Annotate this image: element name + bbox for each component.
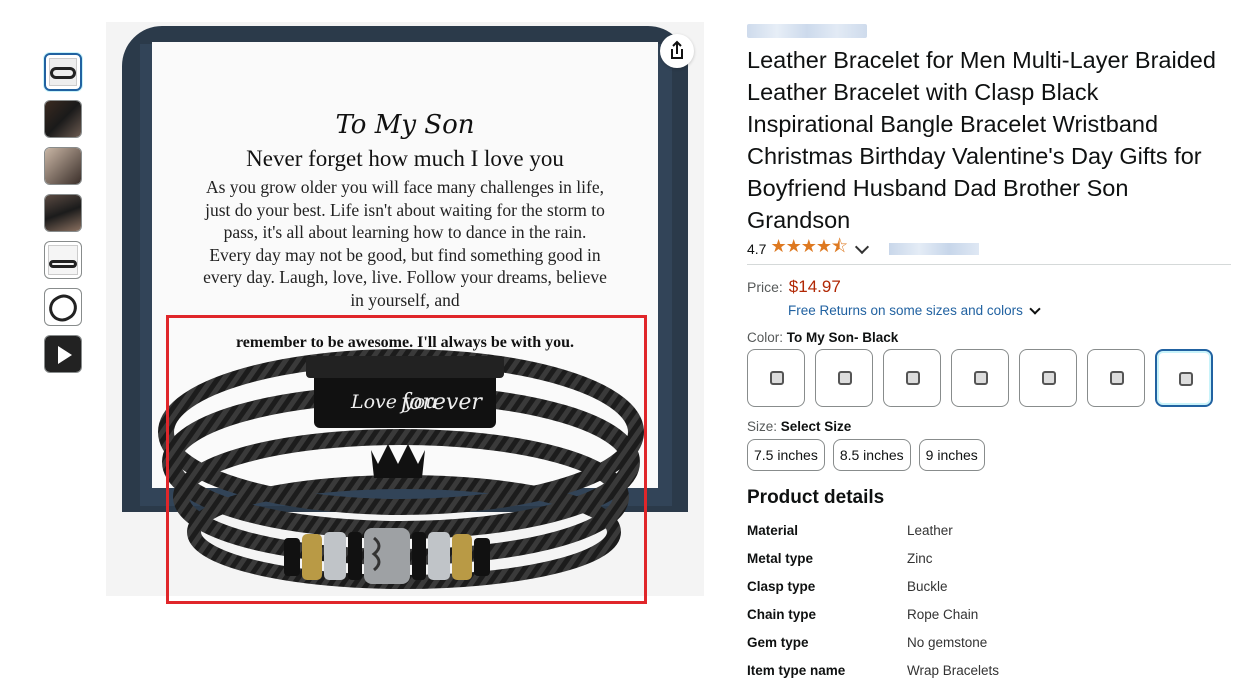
brand-link-blurred[interactable] [747, 24, 867, 38]
color-swatch-4[interactable] [951, 349, 1009, 407]
price-row: Price: $14.97 [747, 277, 1231, 297]
color-swatch-6[interactable] [1087, 349, 1145, 407]
share-button[interactable] [660, 34, 694, 68]
price-label: Price: [747, 279, 783, 295]
details-value: Buckle [907, 579, 948, 594]
share-icon [671, 40, 683, 59]
thumbnail-1[interactable] [44, 53, 82, 91]
color-swatch-5[interactable] [1019, 349, 1077, 407]
product-details-heading: Product details [747, 487, 885, 508]
details-row: Material Leather [747, 523, 1231, 551]
details-value: Zinc [907, 551, 933, 566]
play-icon [45, 336, 81, 372]
thumbnail-2[interactable] [44, 100, 82, 138]
details-row: Clasp type Buckle [747, 579, 1231, 607]
details-value: No gemstone [907, 635, 988, 650]
details-key: Item type name [747, 663, 846, 678]
details-value: Leather [907, 523, 953, 538]
thumbnail-video[interactable] [44, 335, 82, 373]
divider [747, 264, 1231, 265]
thumbnail-strip [44, 53, 86, 382]
details-key: Chain type [747, 607, 817, 622]
highlight-box [166, 315, 647, 604]
size-selected-value: Select Size [780, 419, 852, 434]
star-rating-icon[interactable]: ★★★★⯪ [770, 234, 848, 264]
size-label-text: Size: [747, 419, 778, 434]
thumbnail-6[interactable] [44, 288, 82, 326]
card-body: As you grow older you will face many cha… [203, 177, 607, 310]
details-key: Metal type [747, 551, 814, 566]
color-swatch-1[interactable] [747, 349, 805, 407]
details-row: Item type name Wrap Bracelets [747, 663, 1231, 691]
color-swatch-2[interactable] [815, 349, 873, 407]
card-headline: Never forget how much I love you [246, 146, 564, 171]
product-info: Leather Bracelet for Men Multi-Layer Bra… [747, 20, 1231, 691]
card-title: To My Son [335, 110, 475, 140]
thumbnail-4[interactable] [44, 194, 82, 232]
free-returns-text: Free Returns on some sizes and colors [788, 303, 1023, 318]
thumbnail-3[interactable] [44, 147, 82, 185]
color-selected-value: To My Son- Black [786, 330, 899, 345]
chevron-down-icon[interactable] [854, 239, 870, 255]
rating-count-blurred[interactable] [889, 243, 980, 255]
details-row: Gem type No gemstone [747, 635, 1231, 663]
size-option-9[interactable]: 9 inches [918, 439, 985, 471]
color-label: Color: To My Son- Black [747, 330, 1231, 345]
rating-row: 4.7 ★★★★⯪ [747, 236, 1231, 260]
thumbnail-5[interactable] [44, 241, 82, 279]
details-key: Gem type [747, 635, 809, 650]
rating-value: 4.7 [747, 241, 767, 257]
color-label-text: Color: [747, 330, 784, 345]
size-option-7-5[interactable]: 7.5 inches [747, 439, 825, 471]
color-swatch-7-selected[interactable] [1155, 349, 1213, 407]
details-key: Material [747, 523, 799, 538]
details-row: Metal type Zinc [747, 551, 1231, 579]
product-details-table: Material Leather Metal type Zinc Clasp t… [747, 523, 1231, 691]
details-value: Rope Chain [907, 607, 979, 622]
color-swatch-3[interactable] [883, 349, 941, 407]
price-value: $14.97 [788, 277, 841, 296]
color-swatches [747, 349, 1231, 407]
free-returns-link[interactable]: Free Returns on some sizes and colors [788, 302, 1231, 318]
details-row: Chain type Rope Chain [747, 607, 1231, 635]
product-title: Leather Bracelet for Men Multi-Layer Bra… [747, 47, 1216, 233]
details-value: Wrap Bracelets [907, 663, 1000, 678]
size-options: 7.5 inches 8.5 inches 9 inches [747, 439, 1231, 471]
details-key: Clasp type [747, 579, 816, 594]
chevron-down-icon [1029, 302, 1041, 315]
size-label: Size: Select Size [747, 419, 1231, 434]
size-option-8-5[interactable]: 8.5 inches [832, 439, 911, 471]
